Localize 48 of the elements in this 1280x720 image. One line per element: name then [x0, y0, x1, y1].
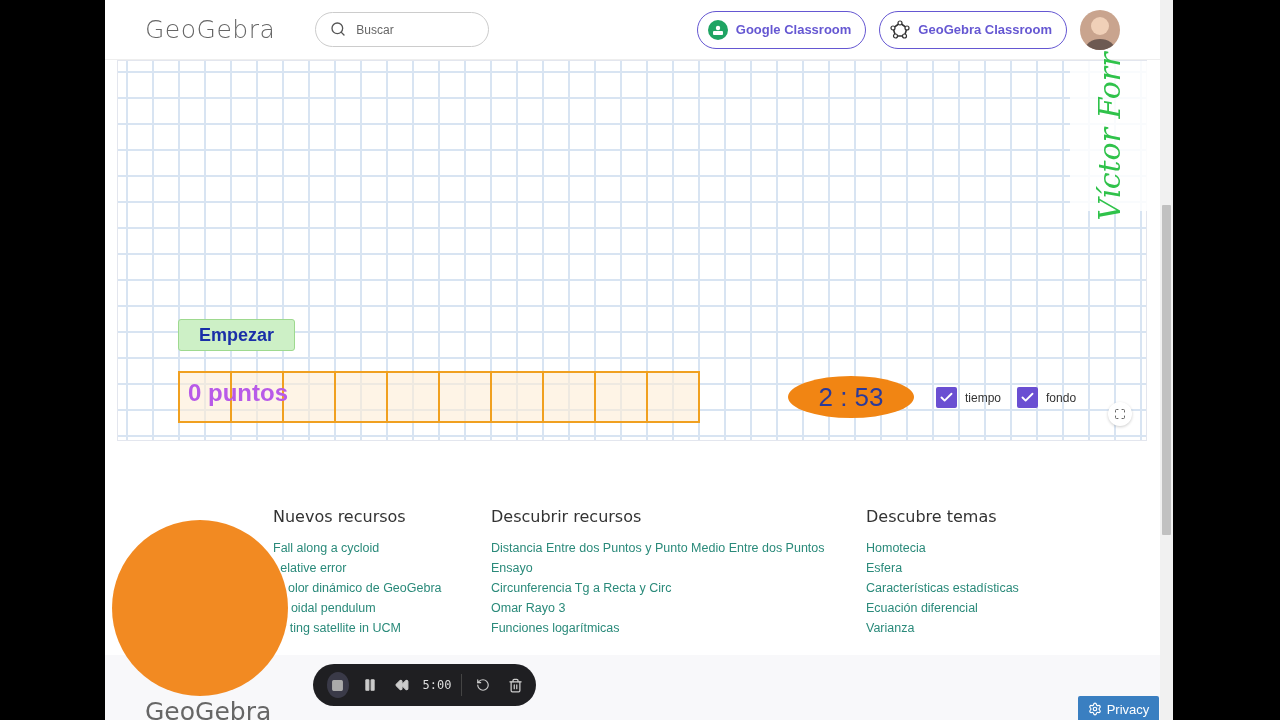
footer-link[interactable]: ting satellite in UCM [289, 621, 401, 635]
classroom-button[interactable]: GeoGebra Classroom [879, 10, 1067, 49]
footer-link[interactable]: Esfera [866, 561, 903, 575]
footer-link[interactable]: Fall along a cycloid [273, 541, 380, 555]
footer-heading: Descubrir recursos [491, 507, 643, 526]
footer-link[interactable]: olor dinámico de GeoGebra [287, 581, 442, 595]
checkbox[interactable] [1017, 387, 1039, 408]
pentagon-icon [890, 19, 911, 40]
footer-link[interactable]: Características estadísticas [866, 581, 1019, 595]
footer-link[interactable]: Omar Rayo 3 [491, 601, 566, 615]
timer: 2 : 53 [788, 376, 914, 418]
rewind-icon [394, 678, 409, 692]
footer-link[interactable]: Varianza [866, 621, 915, 635]
avatar[interactable] [1080, 9, 1120, 50]
footer-link[interactable]: Distancia Entre dos Puntos y Punto Medio Entre dos Puntos [491, 541, 825, 555]
settings-icon [1087, 702, 1102, 716]
footer-link[interactable]: oidal pendulum [290, 601, 376, 615]
stop-icon [331, 678, 345, 692]
checkbox[interactable] [936, 387, 957, 408]
footer-heading: Nuevos recursos [273, 507, 407, 526]
start-button[interactable]: Empezar [178, 319, 295, 351]
footer-link[interactable]: elative error [280, 561, 347, 575]
restart-icon [476, 678, 491, 692]
signature-text: Víctor Forr [1092, 52, 1128, 220]
classroom-icon [707, 19, 728, 40]
privacy-button[interactable]: Privacy [1078, 696, 1159, 720]
checkbox-label: fondo [1046, 390, 1077, 405]
footer-link[interactable]: Ensayo [491, 561, 533, 575]
fullscreen-icon [1114, 408, 1126, 420]
recording-time: 5:00 [422, 678, 452, 692]
classroom-button[interactable]: Google Classroom [696, 10, 867, 49]
search-icon [330, 21, 347, 37]
search-field[interactable]: Buscar [315, 12, 490, 47]
pause-icon [362, 678, 377, 692]
stop-button[interactable] [327, 672, 349, 698]
footer-link[interactable]: Ecuación diferencial [866, 601, 978, 615]
check-icon [939, 390, 954, 405]
check-icon [1020, 390, 1036, 405]
geogebra-logo[interactable]: GeoGebra [145, 15, 276, 44]
footer-link[interactable]: Homotecia [866, 541, 926, 555]
footer-logo[interactable]: GeoGebra [145, 697, 272, 720]
trash-icon [507, 677, 523, 693]
checkbox-label: tiempo [965, 390, 1002, 405]
scrollbar[interactable] [1160, 0, 1173, 720]
footer-link[interactable]: Funciones logarítmicas [491, 621, 620, 635]
fullscreen-button[interactable] [1108, 402, 1132, 426]
footer-heading: Descubre temas [866, 507, 998, 526]
footer-link[interactable]: Circunferencia Tg a Recta y Circ [491, 581, 672, 595]
